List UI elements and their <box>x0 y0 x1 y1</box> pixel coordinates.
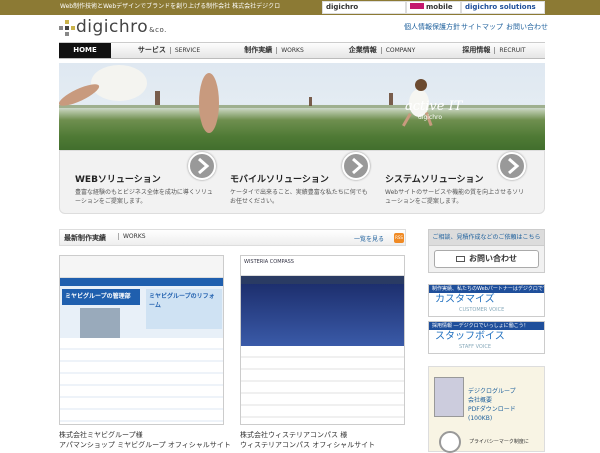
solution-web-arrow-icon[interactable] <box>188 152 216 180</box>
privacy-mark-icon <box>439 431 461 453</box>
solution-mobile-desc: ケータイで出来ること、実績豊富な私たちに何でもお任せください。 <box>230 189 368 205</box>
nav-company[interactable]: 企業情報 COMPANY <box>337 43 427 58</box>
staff-voice-banner[interactable]: 採用情報 ―デジクロでいっしょに働こう！ スタッフボイス STAFF VOICE <box>428 321 545 354</box>
nav-home[interactable]: HOME <box>59 43 111 58</box>
thumb1-banner-sub: ミヤビグループのリフォーム <box>146 289 222 329</box>
hero-tagline: active IT <box>405 99 463 114</box>
solution-system-arrow-icon[interactable] <box>498 152 526 180</box>
site-tab-mobile[interactable]: mobile <box>406 1 461 14</box>
solutions-panel: WEBソリューション 豊富な経験のもとビジネス全体を成功に導くソリューションをご… <box>59 150 545 214</box>
solution-mobile-arrow-icon[interactable] <box>342 152 370 180</box>
works-title-en: WORKS <box>118 233 146 240</box>
works-more-link[interactable]: 一覧を見る <box>354 234 384 243</box>
pdf-line-2: 会社概要 <box>468 397 493 404</box>
mobile-logo-mark <box>410 3 424 9</box>
work-thumbnail-2[interactable]: WISTERIA COMPASS <box>240 255 405 425</box>
global-nav: HOME サービス SERVICE 制作実績 WORKS 企業情報 COMPANY 採… <box>59 42 545 59</box>
contact-link[interactable]: お問い合わせ <box>506 22 548 32</box>
pdf-line-1: デジクログループ <box>468 388 516 395</box>
sitemap-link[interactable]: サイトマップ <box>461 22 503 32</box>
header-tagline: Web制作技術とWebデザインでブランドを創り上げる制作会社 株式会社デジクロ <box>60 3 281 10</box>
thumb2-logo: WISTERIA COMPASS <box>241 256 404 276</box>
privacy-policy-link[interactable]: 個人情報保護方針 <box>404 22 460 32</box>
work-1-company[interactable]: 株式会社ミヤビグループ様 <box>59 430 143 440</box>
logo-mark-icon <box>59 20 75 36</box>
nav-works[interactable]: 制作実績 WORKS <box>234 43 314 58</box>
work-2-site[interactable]: ウィステリアコンパス オフィシャルサイト <box>240 440 375 450</box>
hero-subtitle: digichro <box>418 114 443 121</box>
rss-icon[interactable]: RSS <box>394 233 404 243</box>
mail-icon <box>456 255 465 262</box>
nav-service[interactable]: サービス SERVICE <box>129 43 209 58</box>
site-tab-digichro[interactable]: digichro <box>322 1 406 14</box>
works-title: 最新制作実績 <box>64 234 106 242</box>
pdf-line-4: (100KB) <box>468 415 493 422</box>
contact-button[interactable]: お問い合わせ <box>434 250 539 268</box>
site-tab-solutions[interactable]: digichro solutions <box>461 1 545 14</box>
contact-box: お問い合わせ <box>428 245 545 273</box>
works-header: 最新制作実績 WORKS 一覧を見る RSS <box>59 229 406 246</box>
hero-image <box>59 63 545 155</box>
pdf-line-3: PDFダウンロード <box>468 406 516 413</box>
privacy-text: プライバシーマーク制度に <box>469 439 529 445</box>
hero-illustration <box>59 65 545 133</box>
pdf-download-box[interactable]: デジクログループ 会社概要 PDFダウンロード (100KB) プライバシーマー… <box>428 366 545 453</box>
solution-web-desc: 豊富な経験のもとビジネス全体を成功に導くソリューションをご提案します。 <box>75 189 213 205</box>
inquiry-header: ご相談、見積作成などのご依頼はこちら <box>428 229 545 246</box>
customer-voice-banner[interactable]: 制作実績、私たちのWebパートナーはデジクロです！ カスタマイズ CUSTOME… <box>428 284 545 317</box>
nav-recruit[interactable]: 採用情報 RECRUIT <box>449 43 539 58</box>
work-2-company[interactable]: 株式会社ウィステリアコンパス 様 <box>240 430 347 440</box>
work-1-site[interactable]: アパマンショップ ミヤビグループ オフィシャルサイト <box>59 440 231 450</box>
thumb1-banner-main: ミヤビグループの管理部 <box>62 289 140 305</box>
logo[interactable]: digichro&co. <box>76 17 167 37</box>
solution-system-desc: Webサイトのサービスや機能の質を向上させるソリューションをご提案します。 <box>385 189 525 205</box>
work-thumbnail-1[interactable]: ミヤビグループの管理部 ミヤビグループのリフォーム <box>59 255 224 425</box>
brochure-thumbnail <box>434 377 464 417</box>
